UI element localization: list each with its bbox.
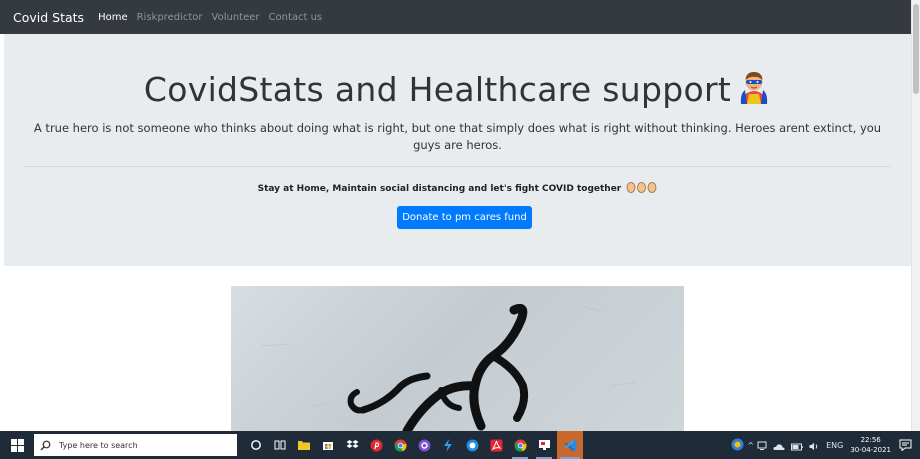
search-placeholder: Type here to search xyxy=(59,440,138,450)
search-icon xyxy=(40,436,51,455)
task-view-icon[interactable] xyxy=(269,431,291,459)
jumbotron: CovidStats and Healthcare support A true… xyxy=(4,34,911,266)
taskbar-search-input[interactable]: Type here to search xyxy=(34,434,237,456)
navbar-brand[interactable]: Covid Stats xyxy=(13,10,84,25)
taskbar-clock[interactable]: 22:56 30-04-2021 xyxy=(850,435,891,455)
lightning-app-icon[interactable] xyxy=(437,431,459,459)
clapping-hands-icon xyxy=(626,182,657,196)
acrobat-icon[interactable] xyxy=(485,431,507,459)
tagline: Stay at Home, Maintain social distancing… xyxy=(4,182,911,196)
tagline-text: Stay at Home, Maintain social distancing… xyxy=(257,184,622,194)
windows-start-icon[interactable] xyxy=(0,431,34,459)
system-tray: ^ ENG 22:56 30-04-2021 xyxy=(731,431,920,459)
cortana-icon[interactable] xyxy=(245,431,267,459)
hero-image xyxy=(231,286,684,431)
nav-link-contact[interactable]: Contact us xyxy=(269,12,323,23)
language-indicator[interactable]: ENG xyxy=(826,441,843,450)
hero-title: CovidStats and Healthcare support xyxy=(4,70,911,109)
browser-viewport: Covid Stats Home Riskpredictor Volunteer… xyxy=(0,0,911,431)
screen-app-icon[interactable] xyxy=(533,431,555,459)
superhero-emoji-icon xyxy=(737,70,771,106)
scrollbar-thumb[interactable] xyxy=(913,4,919,94)
clock-time: 22:56 xyxy=(860,436,881,444)
nav-link-riskpredictor[interactable]: Riskpredictor xyxy=(137,12,203,23)
chrome-running-icon[interactable] xyxy=(509,431,531,459)
page-scrollbar[interactable] xyxy=(911,0,920,431)
pinterest-icon[interactable] xyxy=(365,431,387,459)
chevron-up-icon[interactable]: ^ xyxy=(747,441,754,450)
purple-app-icon[interactable] xyxy=(413,431,435,459)
help-icon[interactable] xyxy=(731,436,744,455)
chrome-icon[interactable] xyxy=(389,431,411,459)
blue-app-icon[interactable] xyxy=(461,431,483,459)
navbar: Covid Stats Home Riskpredictor Volunteer… xyxy=(0,0,911,34)
clock-date: 30-04-2021 xyxy=(850,446,891,454)
dropbox-icon[interactable] xyxy=(341,431,363,459)
vscode-icon[interactable] xyxy=(557,431,583,459)
file-explorer-icon[interactable] xyxy=(293,431,315,459)
network-icon[interactable] xyxy=(757,436,767,455)
donate-button[interactable]: Donate to pm cares fund xyxy=(397,206,532,229)
nav-link-home[interactable]: Home xyxy=(98,12,128,23)
nav-link-volunteer[interactable]: Volunteer xyxy=(212,12,260,23)
battery-icon[interactable] xyxy=(791,436,803,455)
store-icon[interactable] xyxy=(317,431,339,459)
hero-title-text: CovidStats and Healthcare support xyxy=(143,70,732,109)
volume-icon[interactable] xyxy=(809,436,820,455)
hero-text: A true hero is not someone who thinks ab… xyxy=(33,121,882,152)
onedrive-icon[interactable] xyxy=(773,436,785,455)
windows-taskbar: Type here to search ^ ENG 22:56 30-04-20… xyxy=(0,431,920,459)
divider xyxy=(24,166,891,167)
notification-icon[interactable] xyxy=(899,436,912,455)
